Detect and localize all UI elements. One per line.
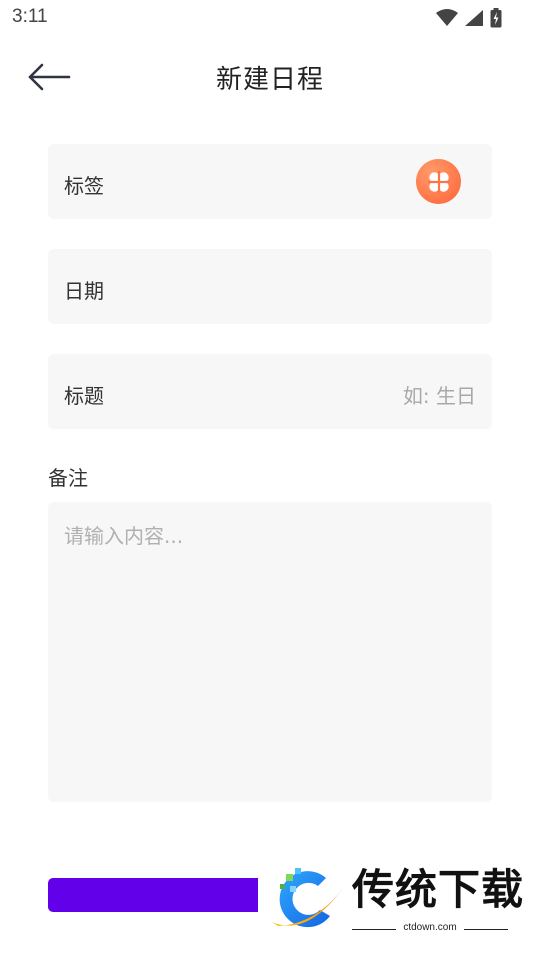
date-field[interactable]: 日期 [48, 249, 492, 324]
tag-icon-button[interactable] [416, 159, 461, 204]
cellular-signal-icon [465, 10, 483, 26]
status-time: 3:11 [12, 6, 48, 27]
title-field[interactable]: 标题 如: 生日 [48, 354, 492, 429]
app-bar: 新建日程 [0, 44, 540, 110]
date-label: 日期 [64, 279, 104, 303]
clover-icon [427, 170, 450, 193]
status-icons [436, 7, 502, 29]
tag-field[interactable]: 标签 [48, 144, 492, 219]
title-label: 标题 [64, 384, 104, 408]
notes-label: 备注 [48, 466, 88, 490]
page-title: 新建日程 [215, 65, 324, 95]
status-bar: 3:11 [0, 0, 540, 36]
tag-label: 标签 [64, 174, 104, 198]
watermark-url: ctdown.com [352, 922, 508, 933]
watermark-text: 传统下载 [352, 865, 525, 914]
watermark-logo-icon [272, 868, 346, 928]
title-input-placeholder[interactable]: 如: 生日 [403, 380, 476, 409]
battery-charging-icon [490, 8, 502, 28]
watermark: 传统下载 ctdown.com [258, 860, 528, 942]
wifi-icon [436, 9, 458, 26]
notes-textarea[interactable] [48, 502, 492, 802]
